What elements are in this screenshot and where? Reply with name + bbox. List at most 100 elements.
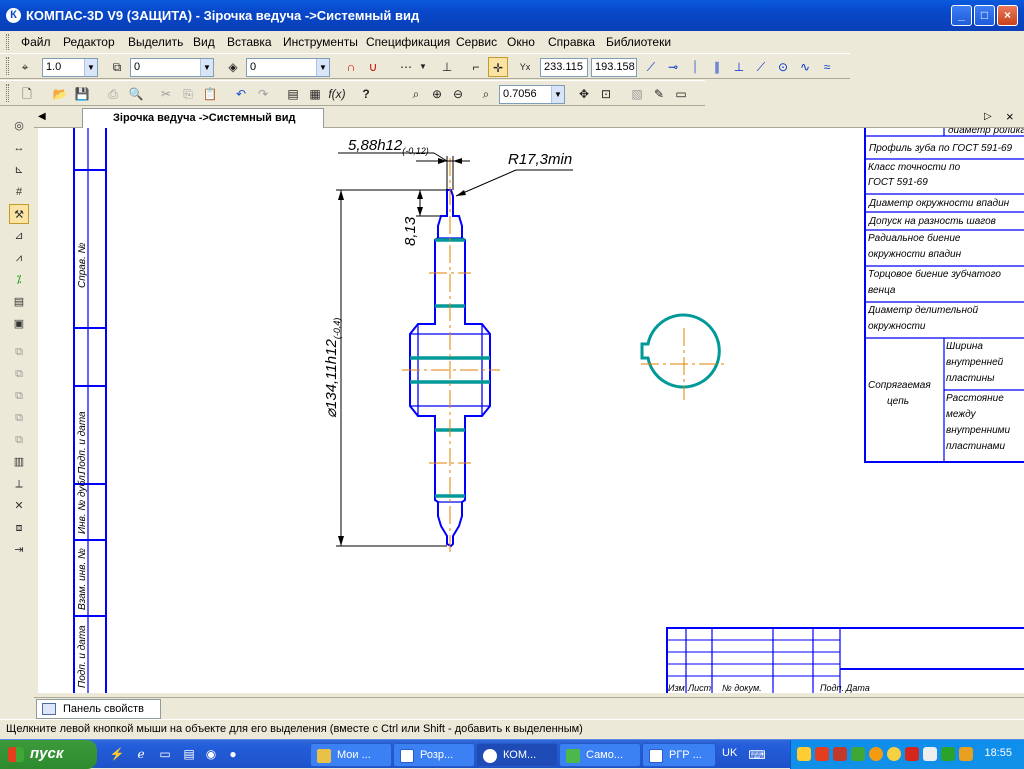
- editing-icon[interactable]: #: [9, 182, 29, 202]
- variables-fx-icon[interactable]: f(x): [327, 84, 347, 104]
- print-preview-icon[interactable]: 🔍: [126, 84, 146, 104]
- drawing-svg[interactable]: 5,88h12(-0,12) R17,3min 8,13 ⌀134,11h12(…: [38, 128, 1024, 693]
- zoom-in-icon[interactable]: ⊕: [427, 84, 447, 104]
- segment-icon[interactable]: ⟋: [751, 57, 771, 77]
- cut-icon[interactable]: ✂: [156, 84, 176, 104]
- zoom-scale-icon[interactable]: ⌕: [476, 84, 496, 104]
- task-my-docs[interactable]: Мои ...: [310, 743, 392, 767]
- minimize-button[interactable]: _: [951, 5, 972, 26]
- tray-icon-4[interactable]: [851, 747, 865, 761]
- chevron-down-icon[interactable]: ▼: [316, 59, 329, 76]
- menu-file[interactable]: Файл: [21, 35, 51, 49]
- select-icon[interactable]: ⩘: [9, 248, 29, 268]
- zoom-out-icon[interactable]: ⊖: [448, 84, 468, 104]
- tray-icon-6[interactable]: [887, 747, 901, 761]
- tool-11-icon[interactable]: ⧉: [9, 342, 29, 362]
- task-app[interactable]: Само...: [559, 743, 641, 767]
- quicklaunch-media-icon[interactable]: ◉: [202, 745, 220, 763]
- quicklaunch-ie-icon[interactable]: ℯ: [132, 745, 150, 763]
- quicklaunch-desktop-icon[interactable]: ▭: [156, 745, 174, 763]
- chevron-down-icon[interactable]: ▼: [551, 86, 564, 103]
- chevron-down-icon[interactable]: ▼: [84, 59, 97, 76]
- menu-insert[interactable]: Вставка: [227, 35, 272, 49]
- menu-help[interactable]: Справка: [548, 35, 595, 49]
- task-kompas[interactable]: КОМ...: [476, 743, 558, 767]
- spec-icon[interactable]: ▤: [9, 292, 29, 312]
- tool-14-icon[interactable]: ⧉: [9, 408, 29, 428]
- associative-icon[interactable]: ⁒: [9, 270, 29, 290]
- tool-13-icon[interactable]: ⧉: [9, 386, 29, 406]
- panel-icon[interactable]: ▭: [671, 84, 691, 104]
- magnet-snap-icon[interactable]: ∩: [341, 57, 361, 77]
- library-manager-icon[interactable]: ▦: [305, 84, 325, 104]
- state-icon[interactable]: ⧉: [107, 57, 127, 77]
- tool-19-icon[interactable]: ⧈: [9, 518, 29, 538]
- language-indicator[interactable]: UK: [722, 747, 737, 759]
- tray-icon-9[interactable]: [941, 747, 955, 761]
- task-word-doc[interactable]: Розр...: [393, 743, 475, 767]
- parallel-lines-icon[interactable]: ∥: [707, 57, 727, 77]
- tab-close-icon[interactable]: ×: [1006, 109, 1014, 124]
- properties-icon[interactable]: ✎: [649, 84, 669, 104]
- quicklaunch-firefox-icon[interactable]: ●: [224, 745, 242, 763]
- dimensions-icon[interactable]: ↔: [9, 138, 29, 158]
- local-snap-icon[interactable]: ∪: [363, 57, 383, 77]
- quicklaunch-explorer-icon[interactable]: ▤: [180, 745, 198, 763]
- tool-15-icon[interactable]: ⧉: [9, 430, 29, 450]
- print-icon[interactable]: ⎙: [103, 84, 123, 104]
- toolbar-grip[interactable]: [6, 57, 9, 75]
- tab-scroll-left-icon[interactable]: ◀: [38, 111, 46, 122]
- menu-specification[interactable]: Спецификация: [366, 35, 450, 49]
- state-combo[interactable]: 0 ▼: [130, 58, 214, 77]
- point-on-line-icon[interactable]: ⊸: [663, 57, 683, 77]
- menu-editor[interactable]: Редактор: [63, 35, 115, 49]
- close-button[interactable]: ×: [997, 5, 1018, 26]
- paste-icon[interactable]: 📋: [200, 84, 220, 104]
- tool-17-icon[interactable]: ⟂: [9, 474, 29, 494]
- zoom-window-icon[interactable]: ⌕: [406, 84, 426, 104]
- tray-icon-1[interactable]: [797, 747, 811, 761]
- redo-icon[interactable]: ↷: [253, 84, 273, 104]
- menu-view[interactable]: Вид: [193, 35, 215, 49]
- save-icon[interactable]: 💾: [72, 84, 92, 104]
- menu-libraries[interactable]: Библиотеки: [606, 35, 671, 49]
- spline-icon[interactable]: ≈: [817, 57, 837, 77]
- ortho-mode-icon[interactable]: ⌐: [466, 57, 486, 77]
- notation-icon[interactable]: ⊾: [9, 160, 29, 180]
- open-folder-icon[interactable]: 📂: [50, 84, 70, 104]
- copy-icon[interactable]: ⎘: [178, 84, 198, 104]
- circle-center-icon[interactable]: ⊙: [773, 57, 793, 77]
- toolbar-grip[interactable]: [6, 84, 9, 102]
- menu-service[interactable]: Сервис: [456, 35, 497, 49]
- tangent-line-icon[interactable]: ⟋: [641, 57, 661, 77]
- tool-20-icon[interactable]: ⇥: [9, 540, 29, 560]
- coord-y-field[interactable]: 193.158: [591, 58, 637, 77]
- parametrization-icon[interactable]: ⚒: [9, 204, 29, 224]
- tool-18-icon[interactable]: ✕: [9, 496, 29, 516]
- tray-icon-10[interactable]: [959, 747, 973, 761]
- manager-icon[interactable]: ▤: [283, 84, 303, 104]
- quicklaunch-show-desktop-icon[interactable]: ⚡: [108, 745, 126, 763]
- vertical-line-icon[interactable]: ⏐: [685, 57, 705, 77]
- orthogonal-icon[interactable]: ⊥: [437, 57, 457, 77]
- perpendicular-icon[interactable]: ⊥: [729, 57, 749, 77]
- tab-document[interactable]: Зірочка ведуча ->Системный вид: [82, 108, 324, 128]
- chevron-down-icon[interactable]: ▼: [413, 57, 433, 77]
- help-pointer-icon[interactable]: ?: [356, 84, 376, 104]
- volume-icon[interactable]: [923, 747, 937, 761]
- start-button[interactable]: пуск: [0, 740, 97, 769]
- tab-properties-panel[interactable]: Панель свойств: [36, 699, 161, 719]
- tool-12-icon[interactable]: ⧉: [9, 364, 29, 384]
- drawing-canvas[interactable]: 5,88h12(-0,12) R17,3min 8,13 ⌀134,11h12(…: [38, 128, 1024, 693]
- menu-grip[interactable]: [6, 34, 9, 50]
- round-coords-icon[interactable]: ✛: [488, 57, 508, 77]
- layer-icon[interactable]: ◈: [223, 57, 243, 77]
- report-icon[interactable]: ▣: [9, 314, 29, 334]
- task-rgr[interactable]: РГР ...: [642, 743, 716, 767]
- arc-icon[interactable]: ∿: [795, 57, 815, 77]
- layer-combo[interactable]: 0 ▼: [246, 58, 330, 77]
- coord-x-field[interactable]: 233.115: [540, 58, 588, 77]
- measure-icon[interactable]: ⊿: [9, 226, 29, 246]
- tab-scroll-right-icon[interactable]: ▷: [984, 111, 992, 122]
- pan-icon[interactable]: ✥: [574, 84, 594, 104]
